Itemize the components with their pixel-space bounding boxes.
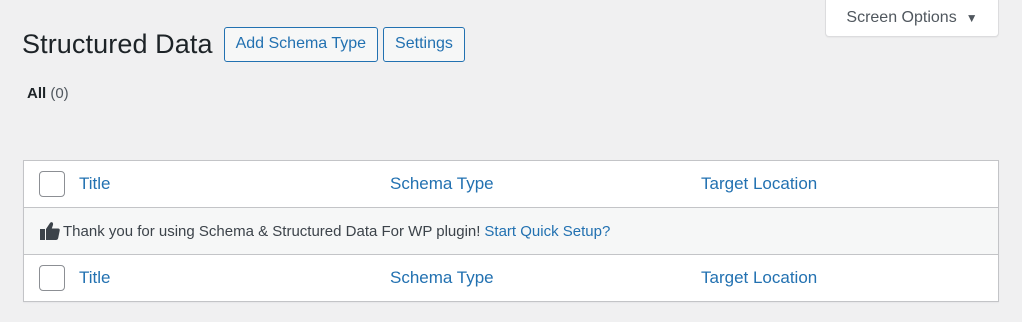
column-schema-type-footer[interactable]: Schema Type <box>390 268 494 288</box>
filter-all-link[interactable]: All <box>27 85 46 102</box>
thumbs-up-icon <box>40 222 60 240</box>
status-filter: All (0) <box>27 85 69 102</box>
column-title-footer[interactable]: Title <box>79 268 111 288</box>
column-target-location-footer[interactable]: Target Location <box>701 268 817 288</box>
select-all-checkbox[interactable] <box>39 171 65 197</box>
filter-all-count: (0) <box>50 85 69 102</box>
start-quick-setup-link[interactable]: Start Quick Setup? <box>484 223 610 240</box>
column-schema-type[interactable]: Schema Type <box>390 174 494 194</box>
caret-down-icon: ▼ <box>965 11 978 25</box>
screen-options-button[interactable]: Screen Options ▼ <box>825 0 999 37</box>
column-title[interactable]: Title <box>79 174 111 194</box>
notice-text: Thank you for using Schema & Structured … <box>63 222 481 240</box>
heading-row: Structured Data Add Schema Type Settings <box>22 26 465 62</box>
schema-table: Title Schema Type Target Location Thank … <box>23 160 999 302</box>
table-header-row: Title Schema Type Target Location <box>24 161 998 208</box>
column-target-location[interactable]: Target Location <box>701 174 817 194</box>
add-schema-type-button[interactable]: Add Schema Type <box>223 26 379 62</box>
quick-setup-notice: Thank you for using Schema & Structured … <box>24 208 998 254</box>
page-title: Structured Data <box>22 28 213 59</box>
settings-button[interactable]: Settings <box>383 26 465 62</box>
table-footer-row: Title Schema Type Target Location <box>24 254 998 301</box>
screen-options-label: Screen Options <box>846 9 957 26</box>
select-all-checkbox-footer[interactable] <box>39 265 65 291</box>
